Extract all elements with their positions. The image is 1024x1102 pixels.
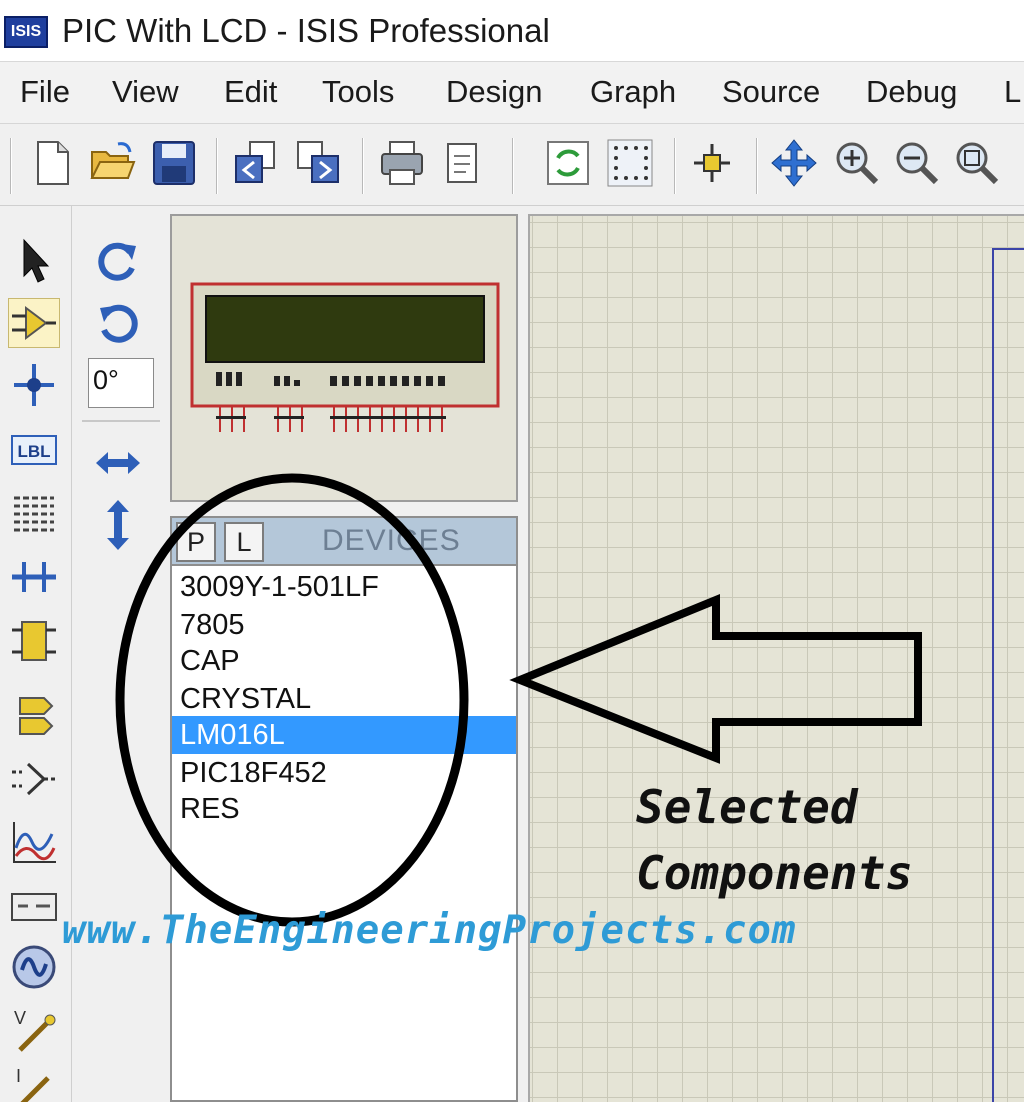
open-folder-icon[interactable] — [88, 138, 136, 188]
menu-debug[interactable]: Debug — [866, 74, 957, 110]
toolbar-separator — [674, 138, 676, 194]
mode-toolbar: LBL V I — [0, 206, 72, 1102]
zoom-out-icon[interactable] — [892, 138, 940, 188]
toolbar-separator — [512, 138, 514, 194]
pick-devices-button[interactable]: P — [176, 522, 216, 562]
schematic-canvas[interactable] — [528, 214, 1024, 1102]
menu-design[interactable]: Design — [446, 74, 543, 110]
toolbar-separator — [756, 138, 758, 194]
export-icon[interactable] — [294, 138, 342, 188]
import-icon[interactable] — [232, 138, 280, 188]
wire-label-icon[interactable]: LBL — [8, 426, 60, 476]
grid-icon[interactable] — [606, 138, 654, 188]
menu-tools[interactable]: Tools — [322, 74, 394, 110]
component-preview — [170, 214, 518, 502]
print-icon[interactable] — [378, 138, 426, 188]
mirror-horizontal-icon[interactable] — [92, 438, 144, 488]
annotation-line1: Selected — [636, 780, 858, 834]
menu-graph[interactable]: Graph — [590, 74, 676, 110]
current-probe-icon[interactable]: I — [8, 1062, 60, 1102]
subcircuit-icon[interactable] — [8, 616, 60, 666]
terminal-icon[interactable] — [8, 690, 60, 740]
list-item-pic18f452[interactable]: PIC18F452 — [172, 754, 516, 792]
toolbar-separator — [362, 138, 364, 194]
menu-bar: File View Edit Tools Design Graph Source… — [0, 62, 1024, 124]
zoom-all-icon[interactable] — [952, 138, 1000, 188]
save-icon[interactable] — [150, 138, 198, 188]
device-pin-icon[interactable] — [8, 754, 60, 804]
toolbar-separator — [216, 138, 218, 194]
menu-view[interactable]: View — [112, 74, 179, 110]
window-title: PIC With LCD - ISIS Professional — [62, 12, 550, 49]
orientation-toolbar: 0° — [82, 206, 162, 1102]
rotate-clockwise-icon[interactable] — [92, 236, 144, 286]
menu-edit[interactable]: Edit — [224, 74, 277, 110]
bus-icon[interactable] — [8, 552, 60, 602]
selection-arrow-icon[interactable] — [8, 236, 60, 286]
main-toolbar — [0, 124, 1024, 206]
mirror-vertical-icon[interactable] — [92, 498, 144, 552]
page-setup-icon[interactable] — [440, 138, 488, 188]
toolbar-separator — [10, 138, 12, 194]
lcd-preview-icon — [190, 282, 500, 432]
pan-icon[interactable] — [770, 138, 818, 188]
devices-header: P L DEVICES — [170, 516, 518, 566]
zoom-in-icon[interactable] — [832, 138, 880, 188]
devices-title: DEVICES — [322, 524, 461, 557]
svg-text:I: I — [16, 1066, 21, 1086]
list-item-crystal[interactable]: CRYSTAL — [172, 680, 516, 718]
menu-file[interactable]: File — [20, 74, 70, 110]
title-bar: ISIS PIC With LCD - ISIS Professional — [0, 0, 1024, 62]
rotate-anticlockwise-icon[interactable] — [92, 298, 144, 348]
list-item-cap[interactable]: CAP — [172, 642, 516, 680]
list-item-res[interactable]: RES — [172, 790, 516, 828]
list-item-3009y[interactable]: 3009Y-1-501LF — [172, 568, 516, 606]
graph-icon[interactable] — [8, 818, 60, 868]
tape-recorder-icon[interactable] — [8, 882, 60, 932]
library-manager-button[interactable]: L — [224, 522, 264, 562]
origin-icon[interactable] — [688, 138, 736, 188]
menu-source[interactable]: Source — [722, 74, 820, 110]
orientation-separator — [82, 420, 160, 422]
list-item-7805[interactable]: 7805 — [172, 606, 516, 644]
device-list: 3009Y-1-501LF 7805 CAP CRYSTAL LM016L PI… — [170, 566, 518, 1102]
wire-label-text: LBL — [17, 442, 50, 461]
svg-text:V: V — [14, 1008, 26, 1028]
sheet-border — [992, 248, 1024, 1102]
generator-icon[interactable] — [8, 942, 60, 992]
list-item-lm016l[interactable]: LM016L — [172, 716, 516, 754]
isis-logo-icon: ISIS — [4, 16, 48, 48]
menu-library[interactable]: L — [1004, 74, 1021, 110]
new-file-icon[interactable] — [28, 138, 76, 188]
watermark-text: www.TheEngineeringProjects.com — [62, 908, 797, 953]
rotation-angle-field[interactable]: 0° — [88, 358, 154, 408]
voltage-probe-icon[interactable]: V — [8, 1006, 60, 1056]
junction-dot-icon[interactable] — [8, 360, 60, 410]
annotation-line2: Components — [636, 846, 913, 900]
component-mode-icon[interactable] — [8, 298, 60, 348]
refresh-icon[interactable] — [544, 138, 592, 188]
text-script-icon[interactable] — [8, 488, 60, 538]
